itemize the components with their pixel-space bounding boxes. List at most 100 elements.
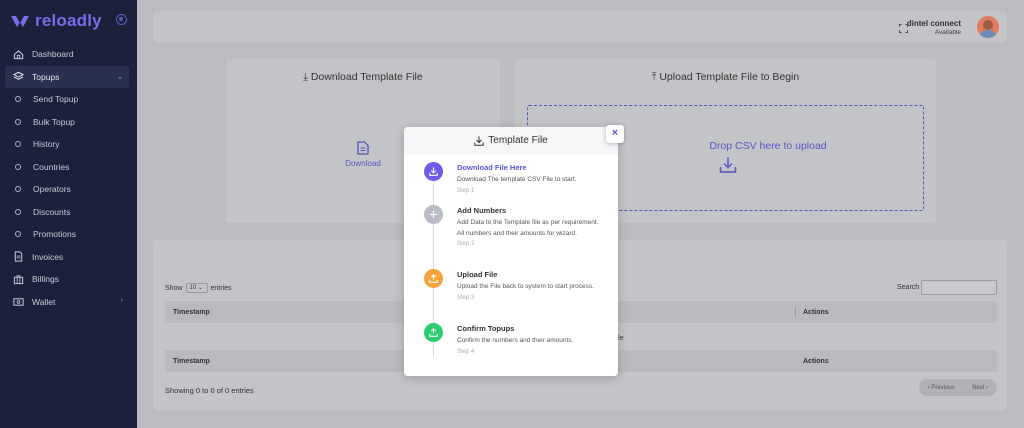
showing-entries-text: Showing 0 to 0 of 0 entries bbox=[165, 386, 254, 395]
previous-button[interactable]: ‹ Previous bbox=[928, 385, 955, 391]
download-file-link[interactable]: Download File Here bbox=[457, 163, 602, 172]
sidebar-item-send-topup[interactable]: Send Topup bbox=[5, 88, 129, 111]
step-title: Add Numbers bbox=[457, 206, 507, 215]
circle-icon bbox=[15, 186, 21, 193]
template-file-modal: Template File × Download File Here Downl… bbox=[404, 125, 624, 376]
download-icon bbox=[429, 167, 438, 176]
step-title: Confirm Topups bbox=[457, 324, 515, 333]
step-download-badge bbox=[424, 162, 443, 181]
empty-table-text: le bbox=[618, 333, 624, 342]
download-icon: ⤓ bbox=[303, 71, 308, 83]
circle-icon bbox=[15, 208, 21, 215]
sidebar-item-label: Send Topup bbox=[33, 94, 79, 105]
home-icon bbox=[13, 49, 24, 59]
sidebar-item-operators[interactable]: Operators bbox=[5, 178, 129, 201]
download-card-title: ⤓ Download Template File bbox=[226, 71, 500, 84]
sidebar-item-bulk-topup[interactable]: Bulk Topup bbox=[5, 111, 129, 134]
modal-title: Template File bbox=[474, 135, 548, 146]
step-description: Download The template CSV File to start. bbox=[457, 176, 577, 183]
brand-logo[interactable]: reloadly bbox=[10, 11, 102, 31]
entries-label: entries bbox=[210, 284, 232, 292]
step-number: Step 3 bbox=[457, 294, 475, 301]
pagination: ‹ Previous Next › bbox=[919, 379, 997, 396]
sidebar-item-label: History bbox=[33, 139, 60, 150]
upload-card-title-text: Upload Template File to Begin bbox=[659, 71, 800, 83]
sidebar-item-dashboard[interactable]: Dashboard bbox=[5, 43, 129, 66]
sidebar-item-label: Invoices bbox=[32, 251, 64, 262]
step-description: Upload the File back to system to start … bbox=[457, 283, 594, 290]
briefcase-icon bbox=[13, 275, 24, 284]
settings-circle-icon[interactable] bbox=[116, 14, 127, 25]
step-add-numbers-badge bbox=[424, 205, 443, 224]
sidebar-item-topups[interactable]: Topups ⌄ bbox=[5, 65, 129, 88]
upload-icon bbox=[429, 274, 438, 283]
step-number: Step 2 bbox=[457, 241, 475, 247]
plus-icon bbox=[429, 210, 438, 219]
avatar[interactable] bbox=[977, 16, 999, 38]
column-header-timestamp[interactable]: Timestamp bbox=[173, 309, 210, 316]
entries-select-value: 10 bbox=[189, 285, 197, 291]
sidebar-item-invoices[interactable]: Invoices bbox=[5, 246, 129, 269]
divider bbox=[795, 307, 796, 317]
modal-header: Template File bbox=[404, 127, 618, 155]
brand-name: reloadly bbox=[35, 11, 102, 30]
user-name[interactable]: dintel connect bbox=[907, 19, 961, 28]
search-label: Search bbox=[897, 284, 920, 291]
circle-icon bbox=[15, 163, 21, 170]
download-card-title-text: Download Template File bbox=[310, 71, 423, 83]
next-button[interactable]: Next › bbox=[972, 385, 988, 391]
chevron-down-icon: ⌄ bbox=[117, 73, 123, 81]
entries-select[interactable]: 10 ⌄ bbox=[185, 283, 208, 293]
column-footer-actions: Actions bbox=[803, 358, 829, 365]
download-tray-icon bbox=[719, 157, 737, 173]
show-label: Show bbox=[165, 284, 183, 292]
step-title: Upload File bbox=[457, 270, 498, 279]
layers-icon bbox=[13, 72, 24, 81]
step-number: Step 4 bbox=[457, 348, 475, 355]
column-footer-timestamp: Timestamp bbox=[173, 358, 210, 365]
sidebar-item-label: Discounts bbox=[33, 206, 71, 217]
dropzone-text: Drop CSV here to upload bbox=[709, 140, 827, 152]
upload-icon bbox=[429, 328, 438, 337]
show-entries: Show 10 ⌄ entries bbox=[165, 283, 232, 293]
step-confirm-badge bbox=[424, 323, 443, 342]
step-number: Step 1 bbox=[457, 187, 475, 194]
sidebar-item-label: Billings bbox=[32, 274, 59, 285]
sidebar-item-billings[interactable]: Billings bbox=[5, 268, 129, 291]
chevron-right-icon: › bbox=[120, 296, 123, 304]
sidebar-item-discounts[interactable]: Discounts bbox=[5, 201, 129, 224]
upload-icon: ⤒ bbox=[651, 71, 657, 83]
column-header-actions[interactable]: Actions bbox=[803, 309, 829, 316]
modal-title-text: Template File bbox=[488, 135, 548, 146]
logo-icon bbox=[11, 16, 29, 27]
sidebar-item-label: Bulk Topup bbox=[33, 116, 75, 127]
sidebar: reloadly Dashboard Topups ⌄ Send Topup B… bbox=[0, 0, 137, 428]
sidebar-item-label: Dashboard bbox=[32, 49, 74, 60]
sidebar-item-label: Wallet bbox=[32, 296, 56, 307]
step-upload-badge bbox=[424, 269, 443, 288]
sidebar-item-label: Operators bbox=[33, 184, 71, 195]
sidebar-item-countries[interactable]: Countries bbox=[5, 156, 129, 179]
file-icon bbox=[14, 251, 23, 262]
circle-icon bbox=[15, 118, 21, 125]
upload-card-title: ⤒ Upload Template File to Begin bbox=[515, 71, 936, 84]
sidebar-item-label: Countries bbox=[33, 161, 70, 172]
top-bar: dintel connect Available bbox=[153, 11, 1007, 43]
sidebar-nav: Dashboard Topups ⌄ Send Topup Bulk Topup… bbox=[5, 43, 129, 313]
sidebar-item-label: Topups bbox=[32, 71, 60, 82]
sidebar-item-wallet[interactable]: Wallet › bbox=[5, 291, 129, 314]
wallet-icon bbox=[13, 298, 24, 306]
close-button[interactable]: × bbox=[606, 125, 624, 143]
step-description: Confirm the numbers and their amounts. bbox=[457, 337, 574, 344]
circle-icon bbox=[15, 141, 21, 148]
download-icon bbox=[474, 136, 484, 146]
sidebar-item-history[interactable]: History bbox=[5, 133, 129, 156]
user-status: Available bbox=[934, 29, 961, 36]
search-input[interactable] bbox=[921, 280, 997, 295]
circle-icon bbox=[15, 96, 21, 103]
step-description: Add Data to the Template file as per req… bbox=[457, 219, 599, 237]
sidebar-item-label: Promotions bbox=[33, 229, 76, 240]
document-icon[interactable] bbox=[357, 141, 369, 155]
sidebar-item-promotions[interactable]: Promotions bbox=[5, 223, 129, 246]
circle-icon bbox=[15, 231, 21, 238]
